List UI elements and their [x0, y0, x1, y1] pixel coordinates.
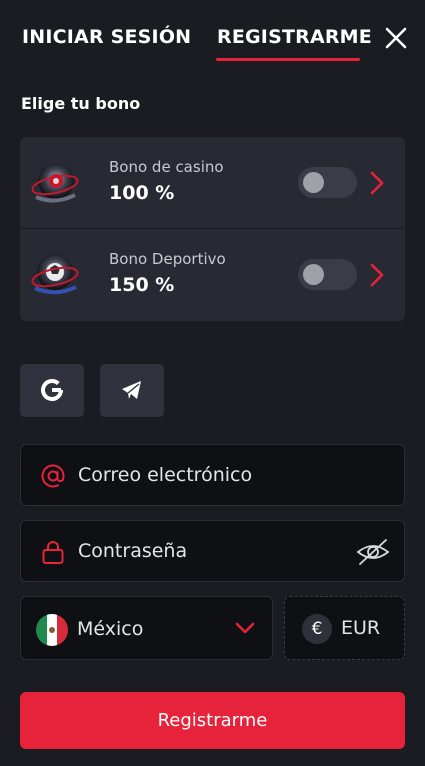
- tab-login[interactable]: INICIAR SESIÓN: [22, 26, 191, 48]
- currency-select[interactable]: € EUR: [284, 596, 405, 660]
- sports-bonus-toggle[interactable]: [298, 259, 357, 290]
- chevron-down-icon: [235, 622, 255, 634]
- close-icon[interactable]: [382, 24, 410, 52]
- eye-slash-icon[interactable]: [355, 537, 391, 567]
- email-placeholder: Correo electrónico: [78, 464, 253, 486]
- google-icon: [41, 379, 64, 401]
- bonus-list: Bono de casino 100 % Bono Deportivo 150 …: [20, 137, 405, 321]
- euro-icon: €: [302, 614, 332, 644]
- telegram-icon: [122, 381, 141, 399]
- country-value: México: [77, 618, 144, 640]
- chevron-right-icon[interactable]: [369, 262, 385, 288]
- email-field[interactable]: Correo electrónico: [20, 444, 405, 506]
- active-tab-indicator: [216, 58, 360, 61]
- toggle-knob: [303, 264, 324, 285]
- bonus-value: 100 %: [109, 182, 175, 204]
- auth-header: INICIAR SESIÓN REGISTRARME: [0, 0, 425, 80]
- tab-register[interactable]: REGISTRARME: [217, 26, 372, 48]
- toggle-knob: [303, 172, 324, 193]
- currency-value: EUR: [341, 617, 381, 639]
- chevron-right-icon[interactable]: [369, 170, 385, 196]
- casino-bonus-toggle[interactable]: [298, 167, 357, 198]
- at-sign-icon: [41, 464, 65, 488]
- lock-icon: [42, 541, 64, 564]
- google-login-button[interactable]: [20, 364, 84, 417]
- password-placeholder: Contraseña: [78, 540, 188, 562]
- telegram-login-button[interactable]: [100, 364, 164, 417]
- bonus-name: Bono Deportivo: [109, 250, 226, 268]
- register-button[interactable]: Registrarme: [20, 692, 405, 749]
- mexico-flag-icon: [36, 614, 68, 646]
- password-field[interactable]: Contraseña: [20, 520, 405, 582]
- bonus-name: Bono de casino: [109, 158, 224, 176]
- country-select[interactable]: México: [20, 596, 273, 660]
- casino-bonus-logo-icon: [31, 163, 79, 203]
- bonus-item-casino[interactable]: Bono de casino 100 %: [20, 137, 405, 228]
- bonus-item-sports[interactable]: Bono Deportivo 150 %: [20, 229, 405, 320]
- bonus-section-title: Elige tu bono: [21, 94, 141, 113]
- bonus-value: 150 %: [109, 274, 175, 296]
- sports-bonus-logo-icon: [31, 254, 79, 295]
